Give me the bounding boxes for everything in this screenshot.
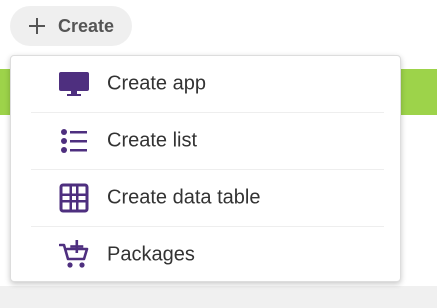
menu-item-label: Create app <box>107 72 206 95</box>
table-icon <box>59 183 89 213</box>
cart-plus-icon <box>59 240 89 270</box>
content-background <box>0 286 437 308</box>
create-button-label: Create <box>58 15 115 36</box>
monitor-icon <box>59 69 89 99</box>
menu-item-create-data-table[interactable]: Create data table <box>11 170 400 226</box>
menu-item-packages[interactable]: Packages <box>11 227 400 283</box>
menu-item-label: Create data table <box>107 186 261 209</box>
menu-item-create-list[interactable]: Create list <box>11 113 400 169</box>
page: Create Create app Create list Create dat… <box>0 0 437 308</box>
create-menu: Create app Create list Create data table… <box>10 55 401 282</box>
menu-item-create-app[interactable]: Create app <box>11 56 400 112</box>
create-button[interactable]: Create <box>10 6 132 46</box>
plus-icon <box>28 17 46 35</box>
menu-item-label: Packages <box>107 243 195 266</box>
menu-item-label: Create list <box>107 129 198 152</box>
list-icon <box>59 126 89 156</box>
